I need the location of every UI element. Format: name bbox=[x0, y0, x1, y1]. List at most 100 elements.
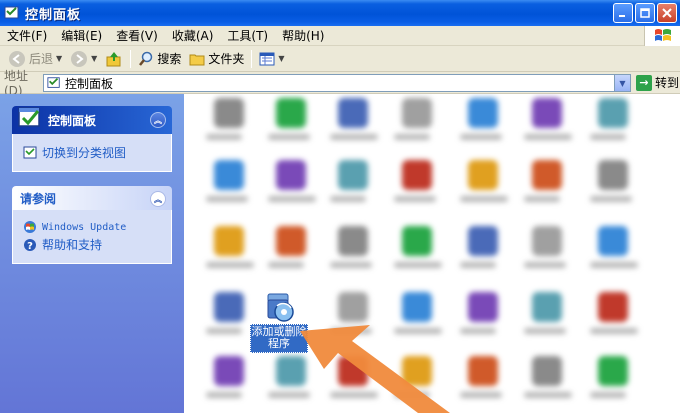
blurred-item-label bbox=[590, 196, 632, 202]
blurred-item-icon bbox=[598, 98, 628, 128]
blurred-item-icon bbox=[402, 226, 432, 256]
blurred-item-icon bbox=[532, 98, 562, 128]
minimize-button[interactable] bbox=[613, 3, 633, 23]
collapse-chevron-icon[interactable]: ︽ bbox=[150, 191, 166, 207]
blurred-item-label bbox=[460, 134, 502, 140]
address-bar: 地址(D) 控制面板 ▼ → 转到 bbox=[0, 69, 680, 98]
folder-icon bbox=[189, 54, 205, 65]
control-panel-icon bbox=[47, 77, 60, 88]
collapse-chevron-icon[interactable]: ︽ bbox=[150, 112, 166, 128]
switch-category-view-link[interactable]: 切换到分类视图 bbox=[23, 144, 161, 161]
blurred-item-label bbox=[330, 262, 372, 268]
go-button[interactable]: → 转到 bbox=[636, 74, 679, 91]
blurred-item-icon bbox=[338, 160, 368, 190]
category-view-icon bbox=[23, 146, 37, 158]
toolbar-separator bbox=[251, 49, 253, 68]
address-input[interactable]: 控制面板 ▼ bbox=[43, 74, 631, 92]
title-bar[interactable]: 控制面板 bbox=[0, 0, 680, 26]
menu-view[interactable]: 查看(V) bbox=[109, 26, 165, 46]
blurred-item-label bbox=[394, 196, 436, 202]
blurred-item-label bbox=[394, 262, 442, 268]
view-grid-icon bbox=[259, 52, 275, 65]
forward-button[interactable]: ▼ bbox=[66, 48, 101, 70]
views-button[interactable]: ▼ bbox=[255, 48, 288, 70]
task-pane: 控制面板 ︽ 切换到分类视图 请参阅 ︽ Windows Update ? 帮助… bbox=[0, 94, 184, 413]
menu-bar: 文件(F) 编辑(E) 查看(V) 收藏(A) 工具(T) 帮助(H) bbox=[0, 26, 680, 46]
blurred-item-label bbox=[590, 134, 626, 140]
chevron-down-icon: ▼ bbox=[619, 78, 626, 88]
add-remove-programs-icon[interactable] bbox=[264, 292, 296, 324]
help-icon: ? bbox=[24, 238, 36, 252]
see-also-panel-title: 请参阅 bbox=[20, 191, 57, 206]
blurred-item-label bbox=[206, 262, 254, 268]
control-panel-panel-body: 切换到分类视图 bbox=[12, 134, 172, 172]
blurred-item-icon bbox=[214, 226, 244, 256]
blurred-item-icon bbox=[402, 98, 432, 128]
blurred-item-icon bbox=[532, 226, 562, 256]
blurred-item-icon bbox=[532, 160, 562, 190]
blurred-item-icon bbox=[338, 226, 368, 256]
see-also-panel-body: Windows Update ? 帮助和支持 bbox=[12, 210, 172, 264]
blurred-item-icon bbox=[214, 356, 244, 386]
standard-toolbar: 后退 ▼ ▼ 搜索 文件夹 ▼ bbox=[0, 46, 680, 72]
menu-tools[interactable]: 工具(T) bbox=[220, 26, 275, 46]
windows-update-link[interactable]: Windows Update bbox=[23, 220, 161, 234]
help-support-link[interactable]: ? 帮助和支持 bbox=[23, 236, 161, 253]
see-also-panel-header[interactable]: 请参阅 ︽ bbox=[12, 186, 172, 210]
blurred-item-label bbox=[590, 262, 638, 268]
windows-update-label: Windows Update bbox=[42, 221, 127, 233]
blurred-item-icon bbox=[402, 160, 432, 190]
blurred-item-label bbox=[330, 196, 366, 202]
control-panel-panel-header[interactable]: 控制面板 ︽ bbox=[12, 106, 172, 134]
menu-help[interactable]: 帮助(H) bbox=[275, 26, 331, 46]
maximize-button[interactable] bbox=[635, 3, 655, 23]
control-panel-panel: 控制面板 ︽ 切换到分类视图 bbox=[12, 106, 172, 172]
back-arrow-icon bbox=[9, 50, 25, 67]
blurred-item-label bbox=[330, 134, 378, 140]
close-icon bbox=[662, 8, 672, 18]
menu-edit[interactable]: 编辑(E) bbox=[54, 26, 109, 46]
blurred-item-label bbox=[524, 196, 560, 202]
blurred-item-label bbox=[524, 262, 566, 268]
control-panel-icon bbox=[4, 6, 19, 19]
help-support-label: 帮助和支持 bbox=[42, 238, 103, 252]
blurred-item-icon bbox=[276, 160, 306, 190]
blurred-item-label bbox=[206, 392, 242, 398]
forward-arrow-icon bbox=[71, 50, 88, 67]
blurred-item-icon bbox=[598, 160, 628, 190]
folders-label: 文件夹 bbox=[208, 52, 245, 66]
menu-favorites[interactable]: 收藏(A) bbox=[165, 26, 221, 46]
blurred-item-icon bbox=[598, 226, 628, 256]
blurred-item-label bbox=[268, 196, 316, 202]
search-button[interactable]: 搜索 bbox=[134, 48, 185, 70]
blurred-item-icon bbox=[598, 292, 628, 322]
folders-button[interactable]: 文件夹 bbox=[185, 48, 248, 70]
blurred-item-label bbox=[206, 134, 242, 140]
windows-update-icon bbox=[24, 221, 36, 233]
switch-category-view-label: 切换到分类视图 bbox=[42, 146, 127, 160]
maximize-icon bbox=[640, 8, 650, 18]
go-label: 转到 bbox=[655, 76, 680, 90]
blurred-item-icon bbox=[276, 226, 306, 256]
svg-text:?: ? bbox=[27, 241, 33, 252]
toolbar-separator bbox=[130, 49, 132, 68]
see-also-panel: 请参阅 ︽ Windows Update ? 帮助和支持 bbox=[12, 186, 172, 264]
blurred-item-icon bbox=[214, 160, 244, 190]
blurred-item-icon bbox=[468, 292, 498, 322]
blurred-item-label bbox=[268, 134, 310, 140]
blurred-item-icon bbox=[338, 98, 368, 128]
address-dropdown-button[interactable]: ▼ bbox=[614, 75, 630, 91]
blurred-item-label bbox=[394, 134, 430, 140]
blurred-item-label bbox=[524, 134, 572, 140]
windows-logo bbox=[644, 26, 680, 46]
menu-file[interactable]: 文件(F) bbox=[0, 26, 54, 46]
go-arrow-icon: → bbox=[636, 74, 652, 91]
blurred-item-icon bbox=[214, 98, 244, 128]
close-button[interactable] bbox=[657, 3, 677, 23]
orange-pointer-arrow bbox=[300, 325, 450, 413]
blurred-item-icon bbox=[468, 160, 498, 190]
up-folder-button[interactable] bbox=[101, 48, 127, 70]
windows-flag-icon bbox=[654, 29, 671, 41]
blurred-item-label bbox=[206, 196, 248, 202]
blurred-item-icon bbox=[468, 226, 498, 256]
